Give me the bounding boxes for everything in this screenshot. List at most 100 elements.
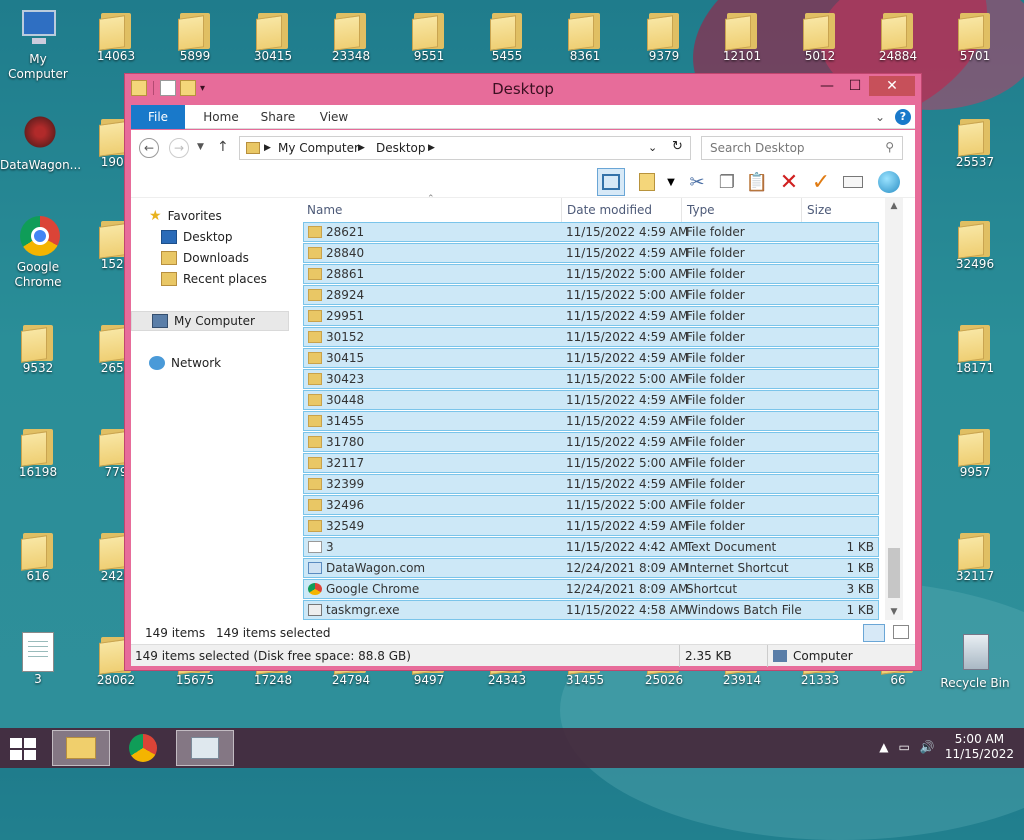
desktop-icon-item[interactable]: 16198 [0,422,76,480]
table-row[interactable]: 32117 11/15/2022 5:00 AM File folder [303,453,879,473]
table-row[interactable]: 30415 11/15/2022 4:59 AM File folder [303,348,879,368]
preview-pane-icon[interactable] [597,168,625,196]
desktop-icon-item[interactable]: 5899 [157,6,233,64]
table-row[interactable]: 30448 11/15/2022 4:59 AM File folder [303,390,879,410]
table-row[interactable]: 28924 11/15/2022 5:00 AM File folder [303,285,879,305]
desktop-icon-item[interactable]: 25537 [937,112,1013,170]
expand-ribbon-icon[interactable]: ⌄ [875,110,885,124]
table-row[interactable]: 30423 11/15/2022 5:00 AM File folder [303,369,879,389]
search-input[interactable]: Search Desktop ⚲ [701,136,903,160]
table-row[interactable]: 28621 11/15/2022 4:59 AM File folder [303,222,879,242]
desktop-icon-item[interactable]: Recycle Bin [937,630,1013,691]
delete-icon[interactable]: ✕ [775,168,803,196]
desktop-icon-item[interactable]: 14063 [78,6,154,64]
desktop-icon-item[interactable]: 30415 [235,6,311,64]
recent-locations-icon[interactable]: ▼ [197,142,204,152]
tab-view[interactable]: View [309,105,359,129]
tab-share[interactable]: Share [251,105,305,129]
desktop-icon-item[interactable]: 9532 [0,318,76,376]
column-size[interactable]: Size [807,203,832,217]
taskbar-task-manager[interactable] [176,730,234,766]
cut-icon[interactable]: ✂ [683,168,711,196]
checkmark-icon[interactable]: ✓ [807,168,835,196]
taskbar-chrome[interactable] [114,730,172,766]
desktop-icon-item[interactable]: My Computer [0,6,76,82]
up-button[interactable]: ↑ [217,139,229,155]
rename-icon[interactable] [839,168,867,196]
desktop-icon-item[interactable]: Google Chrome [0,214,76,290]
table-row[interactable]: 3 11/15/2022 4:42 AM Text Document 1 KB [303,537,879,557]
title-bar[interactable]: ▾ Desktop — ☐ ✕ [125,74,921,104]
dropdown-icon[interactable]: ▼ [657,168,685,196]
table-row[interactable]: taskmgr.exe 11/15/2022 4:58 AM Windows Bat… [303,600,879,620]
table-row[interactable]: 30152 11/15/2022 4:59 AM File folder [303,327,879,347]
scroll-up-icon[interactable]: ▲ [885,198,903,214]
table-row[interactable]: 31780 11/15/2022 4:59 AM File folder [303,432,879,452]
tab-file[interactable]: File [131,105,185,129]
desktop-icon-item[interactable]: 12101 [704,6,780,64]
volume-icon[interactable]: 🔊 [920,740,935,754]
breadcrumb-my-computer[interactable]: My Computer [278,141,359,155]
column-type[interactable]: Type [687,203,715,217]
desktop-icon-item[interactable]: 5012 [782,6,858,64]
desktop-icon-item[interactable]: 24884 [860,6,936,64]
clock[interactable]: 5:00 AM 11/15/2022 [945,732,1014,762]
help-icon[interactable]: ? [895,109,911,125]
desktop-icon-item[interactable]: 32117 [937,526,1013,584]
column-name[interactable]: Name [307,203,342,217]
table-row[interactable]: 32496 11/15/2022 5:00 AM File folder [303,495,879,515]
desktop-icon-item[interactable]: 8361 [547,6,623,64]
start-button[interactable] [10,738,38,760]
desktop-icon-item[interactable]: 32496 [937,214,1013,272]
table-row[interactable]: Google Chrome 12/24/2021 8:09 AM Shortcut 3… [303,579,879,599]
back-button[interactable]: ← [139,138,159,158]
desktop-icon-item[interactable]: DataWagon... [0,112,81,173]
taskbar-file-explorer[interactable] [52,730,110,766]
desktop-icon-item[interactable]: 9551 [391,6,467,64]
column-separator[interactable] [561,198,562,222]
close-button[interactable]: ✕ [869,76,915,96]
nav-desktop[interactable]: Desktop [161,227,233,247]
refresh-icon[interactable]: ↻ [672,139,683,154]
table-row[interactable]: 28861 11/15/2022 5:00 AM File folder [303,264,879,284]
maximize-button[interactable]: ☐ [841,76,869,96]
vertical-scrollbar[interactable]: ▲ ▼ [885,198,903,620]
nav-downloads[interactable]: Downloads [161,248,249,268]
desktop-icon-item[interactable]: 18171 [937,318,1013,376]
scroll-thumb[interactable] [888,548,900,598]
nav-my-computer[interactable]: My Computer [131,311,289,331]
column-date-modified[interactable]: Date modified [567,203,652,217]
scroll-down-icon[interactable]: ▼ [885,604,903,620]
large-icons-view-icon[interactable] [893,625,909,639]
desktop-icon-item[interactable]: 23348 [313,6,389,64]
nav-recent-places[interactable]: Recent places [161,269,267,289]
tab-home[interactable]: Home [195,105,247,129]
nav-network[interactable]: Network [149,353,221,373]
desktop-icon-item[interactable]: 5701 [937,6,1013,64]
nav-favorites[interactable]: ★ Favorites [149,206,222,226]
desktop-icon-item[interactable]: 3 [0,630,76,687]
column-separator[interactable] [801,198,802,222]
forward-button[interactable]: → [169,138,189,158]
column-separator[interactable] [681,198,682,222]
paste-icon[interactable]: 📋 [743,168,771,196]
table-row[interactable]: 32549 11/15/2022 4:59 AM File folder [303,516,879,536]
globe-icon[interactable] [875,168,903,196]
network-status-icon[interactable]: ▭ [899,740,910,754]
minimize-button[interactable]: — [813,76,841,96]
table-row[interactable]: 29951 11/15/2022 4:59 AM File folder [303,306,879,326]
details-view-icon[interactable] [863,624,885,642]
table-row[interactable]: 31455 11/15/2022 4:59 AM File folder [303,411,879,431]
desktop-icon-item[interactable]: 9379 [626,6,702,64]
copy-icon[interactable]: ❐ [713,168,741,196]
table-row[interactable]: 32399 11/15/2022 4:59 AM File folder [303,474,879,494]
show-hidden-icons-icon[interactable]: ▲ [879,740,888,754]
table-row[interactable]: DataWagon.com 12/24/2021 8:09 AM Internet … [303,558,879,578]
address-bar[interactable]: ▶ My Computer ▶ Desktop ▶ ⌄ ↻ [239,136,691,160]
breadcrumb-desktop[interactable]: Desktop [376,141,426,155]
desktop-icon-item[interactable]: 5455 [469,6,545,64]
desktop-icon-item[interactable]: 616 [0,526,76,584]
address-dropdown-icon[interactable]: ⌄ [648,141,657,154]
table-row[interactable]: 28840 11/15/2022 4:59 AM File folder [303,243,879,263]
desktop-icon-item[interactable]: 9957 [937,422,1013,480]
